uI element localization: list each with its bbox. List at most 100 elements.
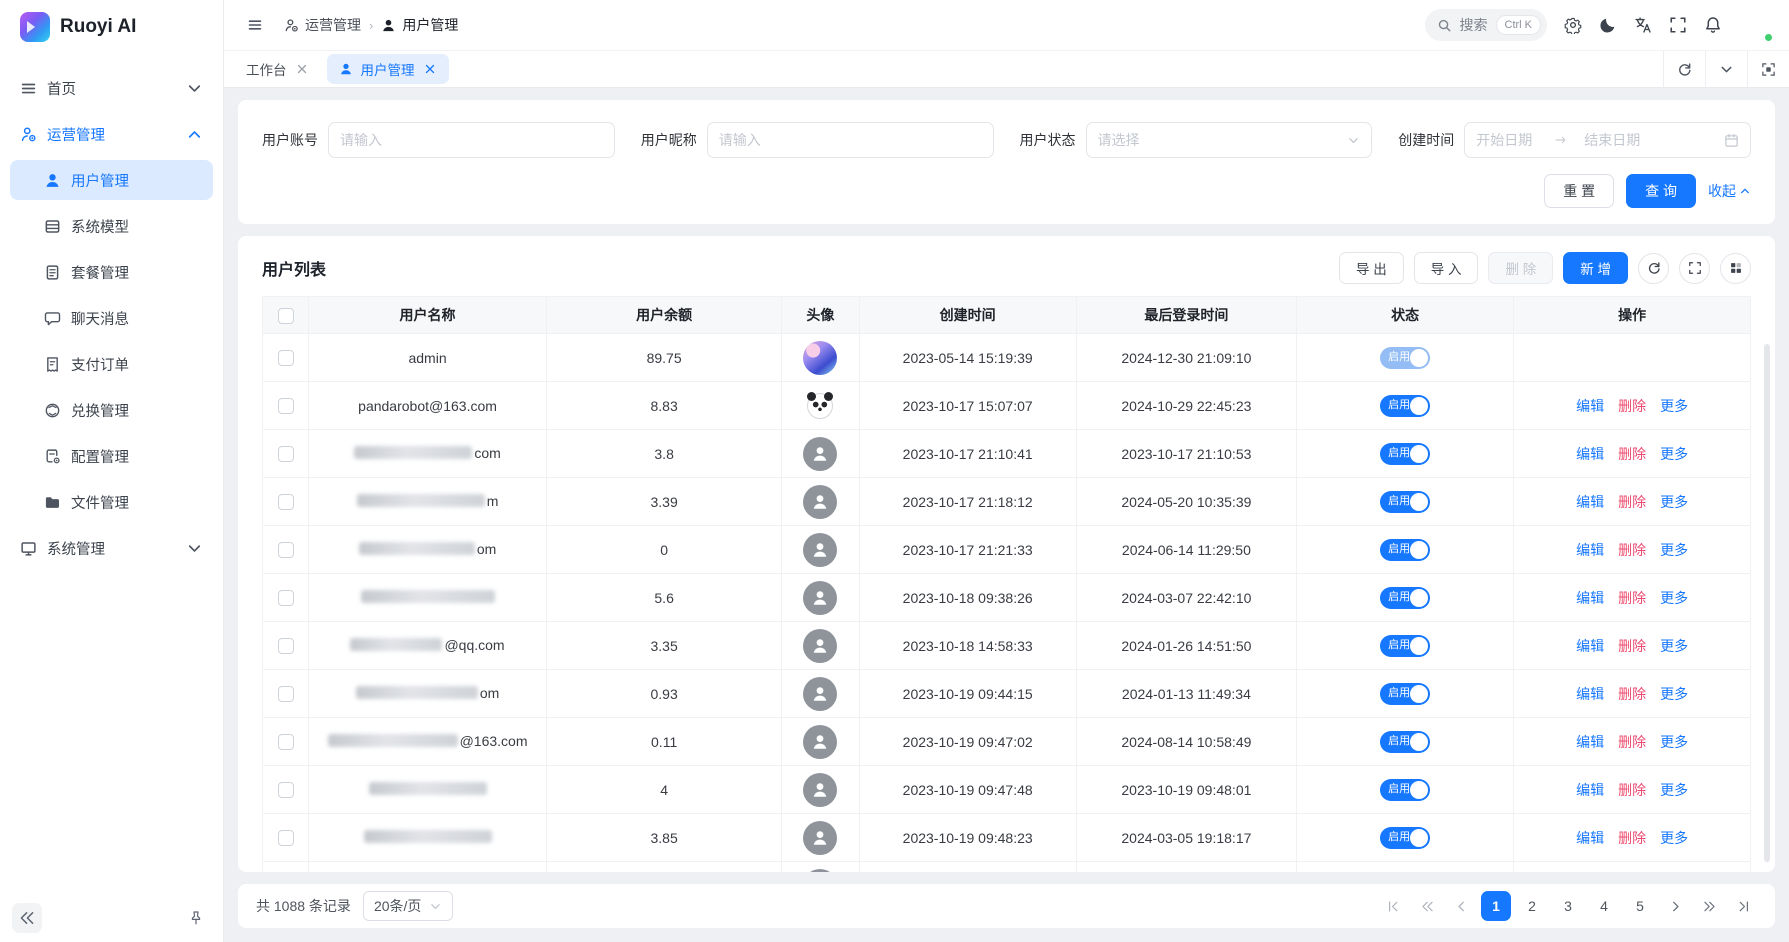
table-fullscreen-button[interactable] xyxy=(1679,253,1710,284)
status-toggle[interactable]: 启用 xyxy=(1380,395,1430,417)
collapse-filters-link[interactable]: 收起 xyxy=(1708,181,1751,201)
row-checkbox[interactable] xyxy=(278,638,294,654)
status-toggle[interactable]: 启用 xyxy=(1380,587,1430,609)
import-button[interactable]: 导 入 xyxy=(1414,252,1479,284)
status-select[interactable]: 请选择 xyxy=(1086,122,1373,158)
dark-mode-moon-icon[interactable] xyxy=(1599,16,1617,34)
table-scroll-area[interactable]: 用户名称 用户余额 头像 创建时间 最后登录时间 状态 操作 admin89.7… xyxy=(262,296,1751,872)
tab-menu-button[interactable] xyxy=(1705,51,1747,87)
status-toggle[interactable]: 启用 xyxy=(1380,779,1430,801)
row-checkbox[interactable] xyxy=(278,350,294,366)
account-input[interactable] xyxy=(340,132,603,148)
row-checkbox[interactable] xyxy=(278,398,294,414)
sidebar-item-payment-orders[interactable]: 支付订单 xyxy=(10,344,213,384)
sidebar-item-user-management[interactable]: 用户管理 xyxy=(10,160,213,200)
delete-link[interactable]: 删除 xyxy=(1618,638,1646,654)
sidebar-item-system-management[interactable]: 系统管理 xyxy=(10,528,213,568)
page-2[interactable]: 2 xyxy=(1517,891,1547,921)
reset-button[interactable]: 重 置 xyxy=(1544,174,1614,208)
more-link[interactable]: 更多 xyxy=(1660,782,1688,798)
delete-link[interactable]: 删除 xyxy=(1618,494,1646,510)
pin-sidebar-button[interactable] xyxy=(181,903,211,933)
more-link[interactable]: 更多 xyxy=(1660,686,1688,702)
status-toggle[interactable]: 启用 xyxy=(1380,491,1430,513)
row-checkbox[interactable] xyxy=(278,494,294,510)
refresh-table-button[interactable] xyxy=(1638,253,1669,284)
fullscreen-icon[interactable] xyxy=(1669,16,1687,34)
row-checkbox[interactable] xyxy=(278,590,294,606)
delete-link[interactable]: 删除 xyxy=(1618,734,1646,750)
page-1[interactable]: 1 xyxy=(1481,891,1511,921)
delete-link[interactable]: 删除 xyxy=(1618,782,1646,798)
edit-link[interactable]: 编辑 xyxy=(1576,542,1604,558)
prev-page-button[interactable] xyxy=(1447,892,1475,920)
delete-link[interactable]: 删除 xyxy=(1618,686,1646,702)
more-link[interactable]: 更多 xyxy=(1660,590,1688,606)
sidebar-item-config-management[interactable]: 配置管理 xyxy=(10,436,213,476)
edit-link[interactable]: 编辑 xyxy=(1576,638,1604,654)
refresh-tab-button[interactable] xyxy=(1663,51,1705,87)
status-toggle[interactable]: 启用 xyxy=(1380,827,1430,849)
nickname-input[interactable] xyxy=(719,132,982,148)
delete-link[interactable]: 删除 xyxy=(1618,590,1646,606)
select-all-checkbox[interactable] xyxy=(278,308,294,324)
user-avatar[interactable] xyxy=(1739,8,1773,42)
sidebar-item-chat-messages[interactable]: 聊天消息 xyxy=(10,298,213,338)
sidebar-item-operations[interactable]: 运营管理 xyxy=(10,114,213,154)
status-toggle[interactable]: 启用 xyxy=(1380,731,1430,753)
collapse-sidebar-button[interactable] xyxy=(12,903,42,933)
language-translate-icon[interactable] xyxy=(1634,16,1652,34)
edit-link[interactable]: 编辑 xyxy=(1576,782,1604,798)
more-link[interactable]: 更多 xyxy=(1660,446,1688,462)
status-toggle[interactable]: 启用 xyxy=(1380,443,1430,465)
page-4[interactable]: 4 xyxy=(1589,891,1619,921)
jump-forward-button[interactable] xyxy=(1695,892,1723,920)
edit-link[interactable]: 编辑 xyxy=(1576,830,1604,846)
more-link[interactable]: 更多 xyxy=(1660,830,1688,846)
breadcrumb-user-management[interactable]: 用户管理 xyxy=(381,15,458,35)
edit-link[interactable]: 编辑 xyxy=(1576,686,1604,702)
sidebar-item-file-management[interactable]: 文件管理 xyxy=(10,482,213,522)
delete-button[interactable]: 删 除 xyxy=(1488,252,1553,284)
row-checkbox[interactable] xyxy=(278,782,294,798)
page-size-select[interactable]: 20条/页 xyxy=(363,891,453,921)
sidebar-item-system-models[interactable]: 系统模型 xyxy=(10,206,213,246)
edit-link[interactable]: 编辑 xyxy=(1576,494,1604,510)
delete-link[interactable]: 删除 xyxy=(1618,830,1646,846)
delete-link[interactable]: 删除 xyxy=(1618,398,1646,414)
next-page-button[interactable] xyxy=(1661,892,1689,920)
close-icon[interactable] xyxy=(423,62,437,76)
close-icon[interactable] xyxy=(295,62,309,76)
first-page-button[interactable] xyxy=(1379,892,1407,920)
last-page-button[interactable] xyxy=(1729,892,1757,920)
settings-gear-icon[interactable] xyxy=(1564,16,1582,34)
notifications-bell-icon[interactable] xyxy=(1704,16,1722,34)
export-button[interactable]: 导 出 xyxy=(1339,252,1404,284)
vertical-scrollbar[interactable] xyxy=(1764,344,1770,862)
more-link[interactable]: 更多 xyxy=(1660,638,1688,654)
page-3[interactable]: 3 xyxy=(1553,891,1583,921)
content-fullscreen-button[interactable] xyxy=(1747,51,1789,87)
column-settings-button[interactable] xyxy=(1720,253,1751,284)
sidebar-item-home[interactable]: 首页 xyxy=(10,68,213,108)
more-link[interactable]: 更多 xyxy=(1660,542,1688,558)
more-link[interactable]: 更多 xyxy=(1660,494,1688,510)
row-checkbox[interactable] xyxy=(278,830,294,846)
add-button[interactable]: 新 增 xyxy=(1563,252,1628,284)
edit-link[interactable]: 编辑 xyxy=(1576,734,1604,750)
jump-back-button[interactable] xyxy=(1413,892,1441,920)
row-checkbox[interactable] xyxy=(278,734,294,750)
brand[interactable]: Ruoyi AI xyxy=(0,0,223,54)
row-checkbox[interactable] xyxy=(278,542,294,558)
row-checkbox[interactable] xyxy=(278,446,294,462)
status-toggle[interactable]: 启用 xyxy=(1380,635,1430,657)
status-toggle[interactable]: 启用 xyxy=(1380,347,1430,369)
delete-link[interactable]: 删除 xyxy=(1618,446,1646,462)
breadcrumb-operations[interactable]: 运营管理 xyxy=(284,15,361,35)
status-toggle[interactable]: 启用 xyxy=(1380,683,1430,705)
edit-link[interactable]: 编辑 xyxy=(1576,446,1604,462)
delete-link[interactable]: 删除 xyxy=(1618,542,1646,558)
tab-workbench[interactable]: 工作台 xyxy=(234,54,321,84)
row-checkbox[interactable] xyxy=(278,686,294,702)
status-toggle[interactable]: 启用 xyxy=(1380,539,1430,561)
